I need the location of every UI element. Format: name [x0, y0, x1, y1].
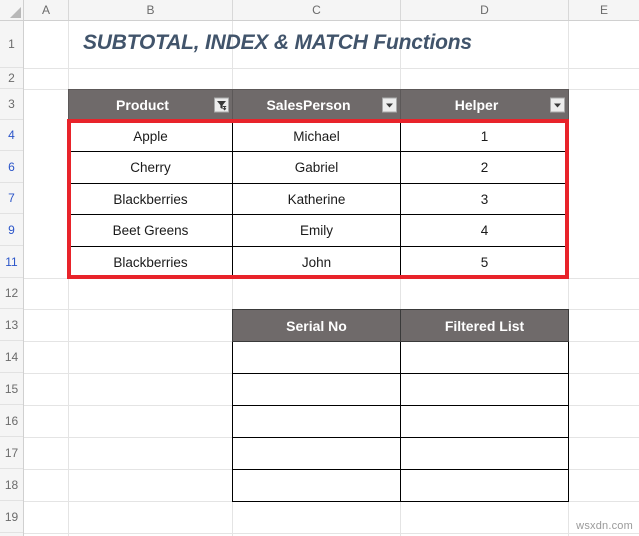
column-header-b[interactable]: B: [69, 0, 233, 20]
cell-helper[interactable]: 1: [400, 120, 569, 152]
cell-helper[interactable]: 2: [400, 151, 569, 184]
cell-helper[interactable]: 3: [400, 183, 569, 215]
column-header-product[interactable]: Product: [68, 89, 233, 121]
cell-product[interactable]: Beet Greens: [68, 214, 233, 247]
row-header-18[interactable]: 18: [0, 469, 23, 501]
cell-salesperson[interactable]: Katherine: [232, 183, 401, 215]
column-header-serial-no: Serial No: [232, 309, 401, 342]
gridline-row-19-end: [24, 533, 639, 534]
chevron-down-icon[interactable]: [382, 97, 397, 113]
output-table-row: [232, 437, 569, 470]
cell-serial-no[interactable]: [232, 341, 401, 374]
table-row: Beet Greens Emily 4: [68, 214, 569, 247]
row-header-9[interactable]: 9: [0, 214, 23, 246]
output-table-row: [232, 469, 569, 502]
output-table-row: [232, 373, 569, 406]
row-header-16[interactable]: 16: [0, 405, 23, 437]
table-row: Cherry Gabriel 2: [68, 151, 569, 184]
table-header-row: Product SalesPerson Helper: [68, 89, 569, 121]
cell-filtered-list[interactable]: [400, 373, 569, 406]
page-title: SUBTOTAL, INDEX & MATCH Functions: [83, 31, 472, 54]
row-header-11[interactable]: 11: [0, 246, 23, 278]
spreadsheet-grid: A B C D E 1 2 3 4 6 7 9 11 12 13 14 15 1…: [0, 0, 639, 536]
gridline-row-1-2: [24, 68, 639, 69]
column-header-helper-label: Helper: [454, 97, 499, 113]
column-header-salesperson-label: SalesPerson: [266, 97, 351, 113]
output-table-header-row: Serial No Filtered List: [232, 309, 569, 342]
column-header-filtered-list: Filtered List: [400, 309, 569, 342]
cell-salesperson[interactable]: Michael: [232, 120, 401, 152]
watermark: wsxdn.com: [576, 520, 633, 532]
row-header-15[interactable]: 15: [0, 373, 23, 405]
row-header-14[interactable]: 14: [0, 341, 23, 373]
row-header-2[interactable]: 2: [0, 68, 23, 89]
sales-data-table: Product SalesPerson Helper Apple Michael…: [68, 89, 569, 279]
cell-salesperson[interactable]: Gabriel: [232, 151, 401, 184]
column-header-product-label: Product: [116, 97, 169, 113]
cell-product[interactable]: Blackberries: [68, 183, 233, 215]
cell-salesperson[interactable]: John: [232, 246, 401, 279]
column-header-d[interactable]: D: [401, 0, 569, 20]
column-header-salesperson[interactable]: SalesPerson: [232, 89, 401, 121]
cell-serial-no[interactable]: [232, 405, 401, 438]
cell-product[interactable]: Cherry: [68, 151, 233, 184]
table-row: Blackberries John 5: [68, 246, 569, 279]
row-header-1[interactable]: 1: [0, 21, 23, 68]
table-row: Blackberries Katherine 3: [68, 183, 569, 215]
cell-serial-no[interactable]: [232, 469, 401, 502]
select-all-triangle-icon: [10, 7, 21, 18]
chevron-down-icon[interactable]: [550, 97, 565, 113]
column-header-helper[interactable]: Helper: [400, 89, 569, 121]
row-header-12[interactable]: 12: [0, 278, 23, 309]
filtered-output-table: Serial No Filtered List: [232, 309, 569, 502]
table-row: Apple Michael 1: [68, 120, 569, 152]
row-header-3[interactable]: 3: [0, 89, 23, 120]
column-header-e[interactable]: E: [569, 0, 639, 20]
row-header-19[interactable]: 19: [0, 501, 23, 533]
row-header-7[interactable]: 7: [0, 183, 23, 214]
cell-product[interactable]: Apple: [68, 120, 233, 152]
row-header-4[interactable]: 4: [0, 120, 23, 151]
cell-serial-no[interactable]: [232, 437, 401, 470]
cell-helper[interactable]: 4: [400, 214, 569, 247]
cell-filtered-list[interactable]: [400, 469, 569, 502]
output-table-row: [232, 341, 569, 374]
select-all-corner[interactable]: [0, 0, 24, 21]
cell-filtered-list[interactable]: [400, 405, 569, 438]
column-header-c[interactable]: C: [233, 0, 401, 20]
column-header-a[interactable]: A: [24, 0, 69, 20]
cell-filtered-list[interactable]: [400, 437, 569, 470]
cell-serial-no[interactable]: [232, 373, 401, 406]
cell-salesperson[interactable]: Emily: [232, 214, 401, 247]
row-header-6[interactable]: 6: [0, 151, 23, 183]
output-table-row: [232, 405, 569, 438]
row-header-17[interactable]: 17: [0, 437, 23, 469]
cell-filtered-list[interactable]: [400, 341, 569, 374]
cell-product[interactable]: Blackberries: [68, 246, 233, 279]
row-header-13[interactable]: 13: [0, 309, 23, 341]
funnel-filter-applied-icon[interactable]: [214, 97, 229, 113]
cell-helper[interactable]: 5: [400, 246, 569, 279]
